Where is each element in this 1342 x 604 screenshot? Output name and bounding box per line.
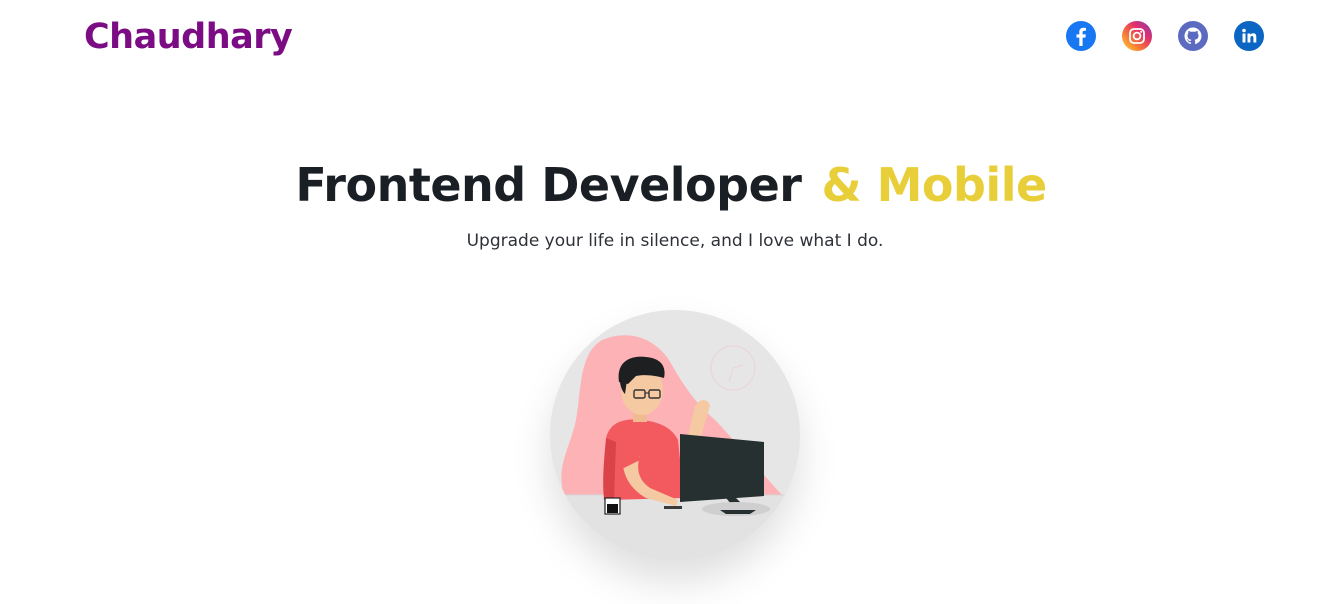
facebook-link[interactable] xyxy=(1065,20,1097,52)
developer-illustration-icon xyxy=(550,335,800,560)
social-links xyxy=(1065,20,1265,52)
linkedin-link[interactable] xyxy=(1233,20,1265,52)
github-link[interactable] xyxy=(1177,20,1209,52)
linkedin-icon xyxy=(1234,21,1264,51)
hero-title-main: Frontend Developer xyxy=(295,158,802,212)
hero-subtitle: Upgrade your life in silence, and I love… xyxy=(466,231,884,251)
brand-logo[interactable]: Chaudhary xyxy=(84,14,293,60)
hero-title-accent: & Mobile xyxy=(821,158,1047,212)
instagram-icon xyxy=(1122,21,1152,51)
hero-avatar xyxy=(550,310,800,560)
hero-title: Frontend Developer & Mobile xyxy=(0,156,1342,214)
instagram-link[interactable] xyxy=(1121,20,1153,52)
github-icon xyxy=(1178,21,1208,51)
facebook-icon xyxy=(1066,21,1096,51)
page: Chaudhary Frontend Developer & Mobile Up… xyxy=(0,0,1342,604)
